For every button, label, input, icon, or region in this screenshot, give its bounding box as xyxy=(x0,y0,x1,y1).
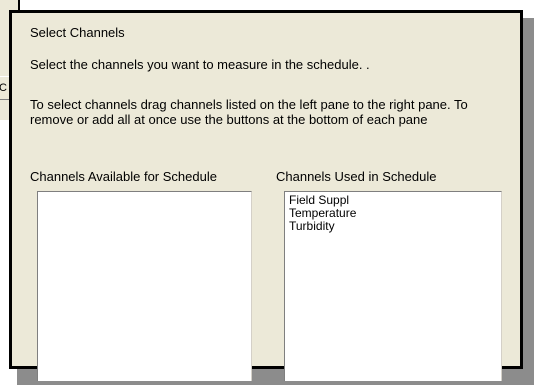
instruction-text-1: Select the channels you want to measure … xyxy=(30,57,370,72)
background-window-titlebar xyxy=(0,0,18,10)
used-channels-items: Field Suppl Temperature Turbidity xyxy=(285,192,501,233)
used-channels-label: Channels Used in Schedule xyxy=(276,169,437,184)
available-channels-items xyxy=(38,192,251,194)
used-channels-list[interactable]: Field Suppl Temperature Turbidity xyxy=(284,191,502,381)
screen: C Select Channels Select the channels yo… xyxy=(0,0,534,385)
instruction-text-2: To select channels drag channels listed … xyxy=(30,97,468,127)
available-channels-label: Channels Available for Schedule xyxy=(30,169,217,184)
available-channels-list[interactable] xyxy=(37,191,252,381)
channel-list-item[interactable]: Turbidity xyxy=(289,220,501,233)
select-channels-panel: Select Channels Select the channels you … xyxy=(9,10,523,381)
panel-heading: Select Channels xyxy=(30,25,125,40)
